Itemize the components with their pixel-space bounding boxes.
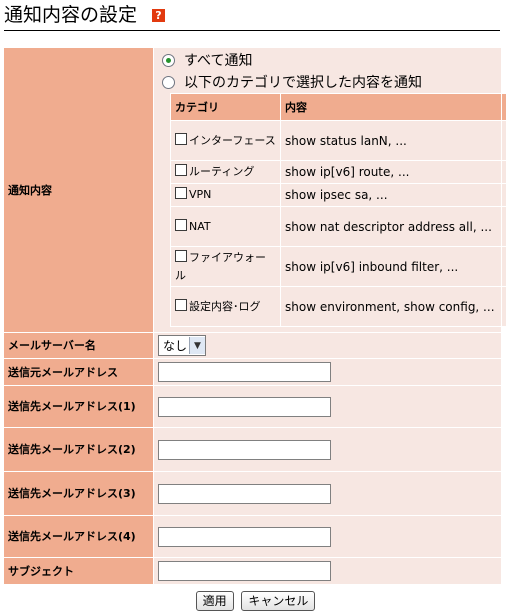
category-content: show nat descriptor address all, ... [280, 206, 507, 247]
category-cell: 設定内容･ログ [170, 286, 281, 327]
recipient-address-1-input[interactable] [158, 396, 331, 417]
table-row: VPN show ipsec sa, ... [170, 183, 507, 207]
chevron-down-icon[interactable]: ▼ [189, 337, 205, 354]
mail-server-value: なし [163, 339, 188, 353]
category-content: show ip[v6] route, ... [280, 160, 507, 184]
radio-all-label: すべて通知 [184, 53, 253, 69]
checkbox-vpn[interactable] [175, 187, 187, 199]
category-name: インターフェース [189, 133, 276, 147]
category-cell: ルーティング [170, 160, 281, 184]
page-title: 通知内容の設定 [4, 4, 138, 26]
cancel-button[interactable]: キャンセル [241, 591, 316, 611]
checkbox-config-log[interactable] [175, 298, 187, 311]
apply-button[interactable]: 適用 [195, 591, 234, 611]
checkbox-firewall[interactable] [175, 249, 187, 262]
category-name: 設定内容･ログ [189, 299, 261, 313]
notification-settings-form: 通知内容 すべて通知 以下のカテゴリで選択した内容を通知 カテゴリ 内容 インタ… [3, 47, 507, 585]
category-content: show status lanN, ... [280, 120, 507, 161]
radio-selected-label: 以下のカテゴリで選択した内容を通知 [184, 75, 422, 91]
table-row: NAT show nat descriptor address all, ... [170, 206, 507, 247]
checkbox-routing[interactable] [175, 164, 187, 176]
table-row: ファイアウォール show ip[v6] inbound filter, ... [170, 246, 507, 287]
notify-content-label: 通知内容 [3, 47, 154, 333]
category-content: show ip[v6] inbound filter, ... [280, 246, 507, 287]
help-icon[interactable]: ? [152, 9, 165, 22]
subject-cell [153, 557, 502, 585]
checkbox-interface[interactable] [175, 132, 187, 145]
content-header: 内容 [280, 93, 507, 121]
radio-selected-icon[interactable] [162, 75, 175, 89]
checkbox-nat[interactable] [175, 218, 187, 231]
sender-address-label: 送信元メールアドレス [3, 358, 154, 386]
category-header: カテゴリ [170, 93, 281, 121]
recipient-address-3-input[interactable] [158, 483, 331, 504]
subject-input[interactable] [158, 561, 331, 581]
recipient-address-2-cell [153, 427, 502, 472]
mail-server-label: メールサーバー名 [3, 332, 154, 359]
category-content: show environment, show config, ... [280, 286, 507, 327]
subject-label: サブジェクト [3, 557, 154, 585]
button-bar: 適用 キャンセル [0, 591, 511, 611]
category-name: NAT [189, 219, 211, 233]
category-cell: NAT [170, 206, 281, 247]
page-header: 通知内容の設定 ? [4, 2, 500, 31]
category-cell: ファイアウォール [170, 246, 281, 287]
category-table: カテゴリ 内容 インターフェース show status lanN, ... ル… [170, 93, 507, 327]
radio-all-icon[interactable] [162, 53, 175, 67]
recipient-address-3-cell [153, 471, 502, 516]
recipient-address-1-label: 送信先メールアドレス(1) [3, 385, 154, 428]
radio-option-all[interactable]: すべて通知 [154, 49, 501, 71]
radio-option-selected[interactable]: 以下のカテゴリで選択した内容を通知 [154, 71, 501, 93]
recipient-address-4-cell [153, 515, 502, 558]
category-content: show ipsec sa, ... [280, 183, 507, 207]
table-row: 設定内容･ログ show environment, show config, .… [170, 286, 507, 327]
recipient-address-2-label: 送信先メールアドレス(2) [3, 427, 154, 472]
recipient-address-3-label: 送信先メールアドレス(3) [3, 471, 154, 516]
sender-address-cell [153, 358, 502, 386]
table-row: ルーティング show ip[v6] route, ... [170, 160, 507, 184]
notify-content-cell: すべて通知 以下のカテゴリで選択した内容を通知 カテゴリ 内容 インターフェース… [153, 47, 507, 333]
table-row: インターフェース show status lanN, ... [170, 120, 507, 161]
category-cell: インターフェース [170, 120, 281, 161]
recipient-address-1-cell [153, 385, 502, 428]
recipient-address-4-label: 送信先メールアドレス(4) [3, 515, 154, 558]
recipient-address-4-input[interactable] [158, 526, 331, 547]
category-name: VPN [189, 188, 212, 201]
sender-address-input[interactable] [158, 362, 331, 382]
mail-server-cell: なし ▼ [153, 332, 502, 359]
category-cell: VPN [170, 183, 281, 207]
category-name: ルーティング [189, 165, 255, 178]
recipient-address-2-input[interactable] [158, 439, 331, 460]
category-name: ファイアウォール [175, 250, 266, 282]
mail-server-select[interactable]: なし ▼ [158, 335, 206, 356]
